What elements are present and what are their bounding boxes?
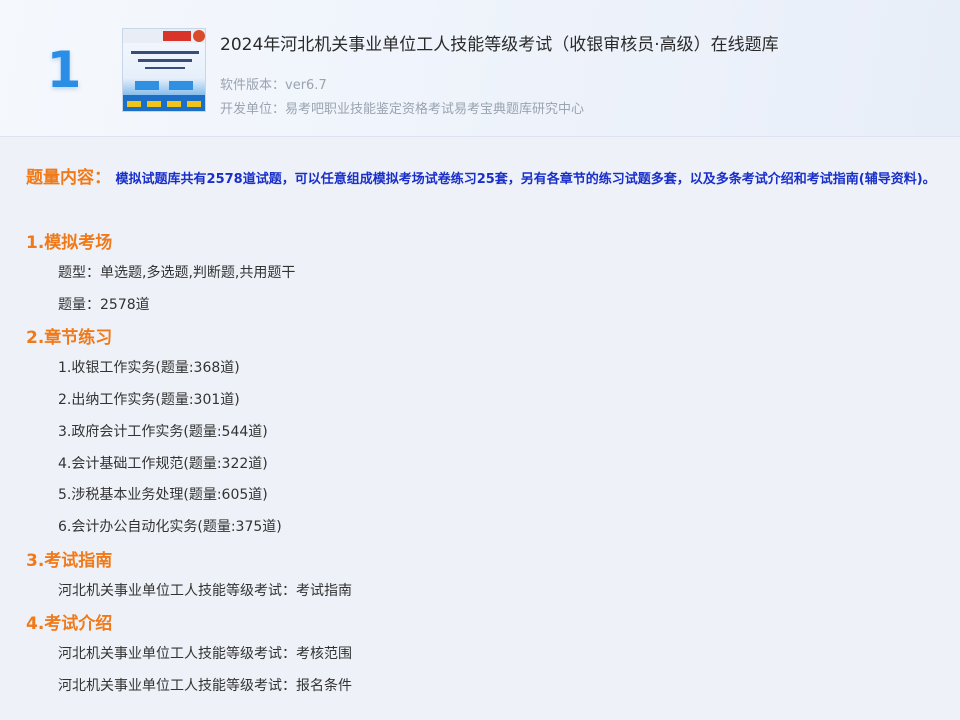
cover-subtitle-line xyxy=(145,67,185,69)
software-version: 软件版本：ver6.7 xyxy=(220,78,327,93)
section-title: 2.章节练习 xyxy=(26,328,113,348)
cover-label-strip xyxy=(127,101,141,107)
intro-item: 河北机关事业单位工人技能等级考试：考核范围 xyxy=(58,646,352,662)
content-area: 题量内容： 模拟试题库共有2578道试题，可以任意组成模拟考场试卷练习25套，另… xyxy=(0,137,960,720)
cover-title-line xyxy=(138,59,192,62)
section-item: 题型：单选题,多选题,判断题,共用题干 xyxy=(58,265,296,281)
chapter-item: 3.政府会计工作实务(题量:544道) xyxy=(58,424,268,440)
product-title[interactable]: 2024年河北机关事业单位工人技能等级考试（收银审核员·高级）在线题库 xyxy=(220,30,779,55)
product-page: 1 2024年河北机关事业单位工人技能等级考试（收银审核员·高级）在线题库 软件… xyxy=(0,0,960,720)
product-header: 1 2024年河北机关事业单位工人技能等级考试（收银审核员·高级）在线题库 软件… xyxy=(0,0,960,137)
chapter-item: 5.涉税基本业务处理(题量:605道) xyxy=(58,487,268,503)
cover-label-strip xyxy=(167,101,181,107)
chapter-item: 4.会计基础工作规范(题量:322道) xyxy=(58,456,268,472)
cover-button-mark xyxy=(135,81,159,90)
intro-paragraph: 题量内容： 模拟试题库共有2578道试题，可以任意组成模拟考场试卷练习25套，另… xyxy=(26,163,941,195)
intro-item: 河北机关事业单位工人技能等级考试：报名条件 xyxy=(58,678,352,694)
chapter-item: 1.收银工作实务(题量:368道) xyxy=(58,360,240,376)
intro-label: 题量内容： xyxy=(26,168,111,188)
chapter-item: 2.出纳工作实务(题量:301道) xyxy=(58,392,240,408)
cover-title-line xyxy=(131,51,199,54)
guide-item: 河北机关事业单位工人技能等级考试：考试指南 xyxy=(58,583,352,599)
intro-text: 模拟试题库共有2578道试题，可以任意组成模拟考场试卷练习25套，另有各章节的练… xyxy=(115,172,936,187)
rank-number: 1 xyxy=(46,41,82,99)
section-title: 1.模拟考场 xyxy=(26,233,113,253)
book-cover-image[interactable] xyxy=(122,28,206,112)
cover-brand-badge xyxy=(163,31,191,41)
developer-info: 开发单位：易考吧职业技能鉴定资格考试易考宝典题库研究中心 xyxy=(220,102,585,117)
section-title: 3.考试指南 xyxy=(26,551,113,571)
cover-round-badge xyxy=(193,30,205,42)
cover-button-mark xyxy=(169,81,193,90)
cover-label-strip xyxy=(147,101,161,107)
section-item: 题量：2578道 xyxy=(58,297,150,313)
section-title: 4.考试介绍 xyxy=(26,614,113,634)
cover-label-strip xyxy=(187,101,201,107)
chapter-item: 6.会计办公自动化实务(题量:375道) xyxy=(58,519,282,535)
